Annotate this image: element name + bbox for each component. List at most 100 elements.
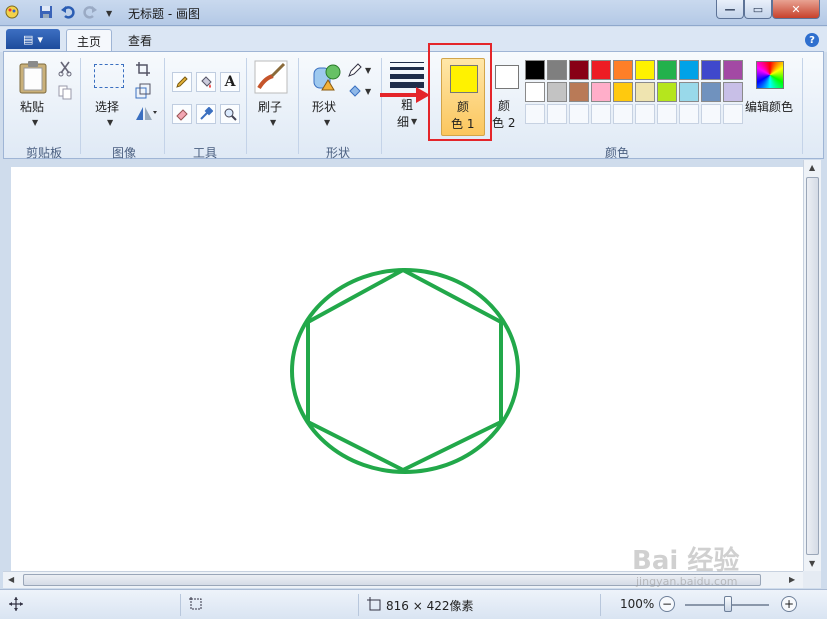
tab-home[interactable]: 主页 xyxy=(66,29,113,52)
scroll-down-icon[interactable]: ▼ xyxy=(809,559,815,568)
palette-swatch[interactable] xyxy=(613,82,633,102)
undo-icon[interactable] xyxy=(60,4,76,20)
close-button[interactable]: ✕ xyxy=(772,0,820,19)
vertical-scrollbar[interactable]: ▲ ▼ xyxy=(803,160,821,571)
customize-toolbar-chevron-icon[interactable]: ▼ xyxy=(106,9,112,18)
zoom-out-button[interactable]: − xyxy=(659,596,675,612)
custom-color-slot[interactable] xyxy=(635,104,655,124)
zoom-slider-thumb[interactable] xyxy=(724,596,732,612)
color-picker-icon[interactable] xyxy=(196,104,216,124)
palette-swatch[interactable] xyxy=(723,60,743,80)
custom-color-slot[interactable] xyxy=(657,104,677,124)
rotate-icon[interactable] xyxy=(135,105,157,121)
cut-icon[interactable] xyxy=(57,61,73,77)
copy-icon[interactable] xyxy=(57,84,73,100)
drawing-canvas[interactable] xyxy=(11,167,803,571)
custom-color-slot[interactable] xyxy=(547,104,567,124)
zoom-in-button[interactable]: + xyxy=(781,596,797,612)
size-button-label-top[interactable]: 粗 xyxy=(401,96,413,113)
palette-swatch[interactable] xyxy=(525,60,545,80)
color2-label-line1: 颜 xyxy=(498,99,511,113)
paste-icon[interactable] xyxy=(18,60,48,94)
custom-color-slot[interactable] xyxy=(525,104,545,124)
scroll-up-icon[interactable]: ▲ xyxy=(809,163,815,172)
palette-swatch[interactable] xyxy=(613,60,633,80)
ribbon-separator xyxy=(298,58,299,154)
edit-colors-icon[interactable] xyxy=(756,61,784,89)
pencil-icon[interactable] xyxy=(172,72,192,92)
resize-icon[interactable] xyxy=(135,83,151,99)
custom-color-slot[interactable] xyxy=(701,104,721,124)
palette-swatch[interactable] xyxy=(525,82,545,102)
magnifier-icon[interactable] xyxy=(220,104,240,124)
select-dropdown-chevron-icon[interactable]: ▼ xyxy=(107,118,113,127)
text-tool-icon[interactable]: A xyxy=(220,72,240,92)
palette-swatch[interactable] xyxy=(591,60,611,80)
color-palette xyxy=(525,60,743,124)
color2-swatch xyxy=(495,65,519,89)
custom-color-slot[interactable] xyxy=(591,104,611,124)
palette-swatch[interactable] xyxy=(547,60,567,80)
ribbon-separator xyxy=(802,58,803,154)
shapes-button[interactable]: 形状 xyxy=(312,98,336,115)
paste-button[interactable]: 粘贴 xyxy=(20,98,44,115)
paste-dropdown-chevron-icon[interactable]: ▼ xyxy=(32,118,38,127)
select-icon[interactable] xyxy=(94,64,124,88)
scrollbar-corner xyxy=(803,571,821,588)
palette-swatch[interactable] xyxy=(635,60,655,80)
tab-view[interactable]: 查看 xyxy=(118,29,162,52)
save-icon[interactable] xyxy=(38,4,54,20)
palette-swatch[interactable] xyxy=(657,82,677,102)
edit-colors-button[interactable]: 编辑颜色 xyxy=(745,98,793,115)
palette-swatch[interactable] xyxy=(701,82,721,102)
watermark-url: jingyan.baidu.com xyxy=(636,575,738,588)
outline-dropdown-chevron-icon[interactable]: ▼ xyxy=(365,66,371,75)
fill-icon[interactable] xyxy=(347,83,363,99)
custom-color-slot[interactable] xyxy=(613,104,633,124)
outline-icon[interactable] xyxy=(347,62,363,78)
palette-swatch[interactable] xyxy=(701,60,721,80)
palette-swatch[interactable] xyxy=(569,60,589,80)
redo-icon[interactable] xyxy=(82,4,98,20)
minimize-button[interactable]: — xyxy=(716,0,744,19)
status-separator xyxy=(358,594,359,616)
brushes-dropdown-chevron-icon[interactable]: ▼ xyxy=(270,118,276,127)
palette-swatch[interactable] xyxy=(547,82,567,102)
custom-color-slot[interactable] xyxy=(679,104,699,124)
scroll-left-icon[interactable]: ◀ xyxy=(8,575,14,584)
colors-group-label: 颜色 xyxy=(605,146,630,160)
selection-size-icon xyxy=(189,597,202,610)
size-dropdown-chevron-icon[interactable]: ▼ xyxy=(411,117,417,126)
custom-color-slot[interactable] xyxy=(723,104,743,124)
fill-bucket-icon[interactable] xyxy=(196,72,216,92)
palette-swatch[interactable] xyxy=(679,60,699,80)
scroll-right-icon[interactable]: ▶ xyxy=(789,575,795,584)
crop-icon[interactable] xyxy=(135,61,151,77)
fill-dropdown-chevron-icon[interactable]: ▼ xyxy=(365,87,371,96)
vertical-scroll-thumb[interactable] xyxy=(806,177,819,555)
custom-color-slot[interactable] xyxy=(569,104,589,124)
palette-swatch[interactable] xyxy=(569,82,589,102)
status-separator xyxy=(180,594,181,616)
maximize-button[interactable]: ▭ xyxy=(744,0,772,19)
size-button-label-bottom[interactable]: 细 xyxy=(397,113,409,130)
shapes-dropdown-chevron-icon[interactable]: ▼ xyxy=(324,118,330,127)
palette-swatch[interactable] xyxy=(679,82,699,102)
color2-label-line2: 色 2 xyxy=(492,116,516,130)
annotation-arrow xyxy=(380,93,418,97)
eraser-icon[interactable] xyxy=(172,104,192,124)
palette-swatch[interactable] xyxy=(591,82,611,102)
shapes-icon[interactable] xyxy=(308,60,342,94)
select-button[interactable]: 选择 xyxy=(95,98,119,115)
palette-swatch[interactable] xyxy=(635,82,655,102)
palette-swatch[interactable] xyxy=(723,82,743,102)
help-icon[interactable]: ? xyxy=(805,33,819,47)
brushes-button[interactable]: 刷子 xyxy=(258,98,282,115)
paint-app-icon[interactable] xyxy=(4,4,20,20)
chevron-down-icon: ▾ xyxy=(37,32,43,46)
brush-icon[interactable] xyxy=(254,60,288,94)
palette-swatch[interactable] xyxy=(657,60,677,80)
size-icon[interactable] xyxy=(390,62,424,88)
paint-menu-button[interactable]: ▤ ▾ xyxy=(6,29,60,49)
ribbon-separator xyxy=(381,58,382,154)
